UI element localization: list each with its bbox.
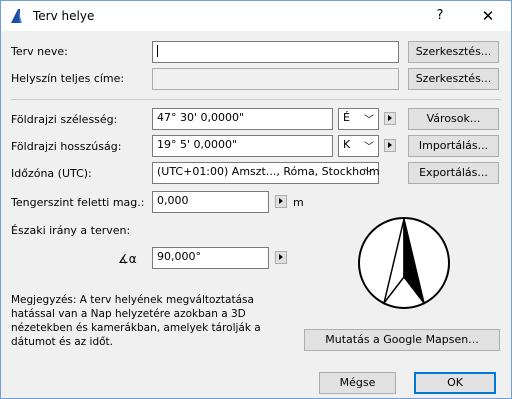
longitude-label: Földrajzi hosszúság: [11,140,122,153]
north-compass-icon[interactable] [356,215,452,311]
latitude-expand-arrow-icon[interactable] [384,112,396,125]
angle-icon: ∡α [118,252,137,266]
text-caret [157,45,158,57]
show-in-google-maps-button[interactable]: Mutatás a Google Mapsen... [304,329,500,351]
latitude-hemisphere-select[interactable]: É ﹀ [338,108,379,130]
longitude-expand-arrow-icon[interactable] [384,139,396,152]
archicad-app-icon [9,8,25,24]
chevron-down-icon: ﹀ [364,115,374,126]
latitude-label: Földrajzi szélesség: [11,113,118,126]
chevron-down-icon: ﹀ [364,169,374,180]
project-location-dialog: Terv helye ? ✕ Terv neve: Szerkesztés...… [0,0,512,399]
north-expand-arrow-icon[interactable] [275,251,287,264]
edit-project-name-button[interactable]: Szerkesztés... [408,41,499,63]
window-title: Terv helye [33,9,95,23]
close-button[interactable]: ✕ [471,1,505,31]
longitude-input[interactable]: 19° 5' 0,0000" [152,135,333,157]
chevron-down-icon: ﹀ [364,142,374,153]
full-address-label: Helyszín teljes címe: [11,72,125,85]
full-address-field [152,68,399,90]
timezone-label: Időzóna (UTC): [11,167,92,180]
note-text: Megjegyzés: A terv helyének megváltoztat… [11,294,261,348]
altitude-unit: m [293,196,304,209]
altitude-label: Tengerszint feletti mag.: [11,196,145,209]
altitude-input[interactable]: 0,000 [152,191,269,213]
ok-button[interactable]: OK [414,372,496,394]
title-bar: Terv helye ? ✕ [1,1,511,31]
north-direction-label: Északi irány a terven: [11,224,131,237]
longitude-hemisphere-select[interactable]: K ﹀ [338,135,379,157]
altitude-expand-arrow-icon[interactable] [275,195,287,208]
timezone-select[interactable]: (UTC+01:00) Amszt..., Róma, Stockholm ﹀ [152,162,380,184]
latitude-input[interactable]: 47° 30' 0,0000" [152,108,333,130]
project-name-label: Terv neve: [11,45,68,58]
cities-button[interactable]: Városok... [408,108,499,130]
project-name-input[interactable] [152,41,399,63]
dialog-content: Terv neve: Szerkesztés... Helyszín telje… [1,31,511,398]
cancel-button[interactable]: Mégse [319,372,396,394]
help-button[interactable]: ? [423,1,457,31]
north-angle-input[interactable]: 90,000° [152,247,269,269]
export-button[interactable]: Exportálás... [408,162,499,184]
edit-address-button[interactable]: Szerkesztés... [408,68,499,90]
import-button[interactable]: Importálás... [408,135,499,157]
separator [11,99,501,100]
